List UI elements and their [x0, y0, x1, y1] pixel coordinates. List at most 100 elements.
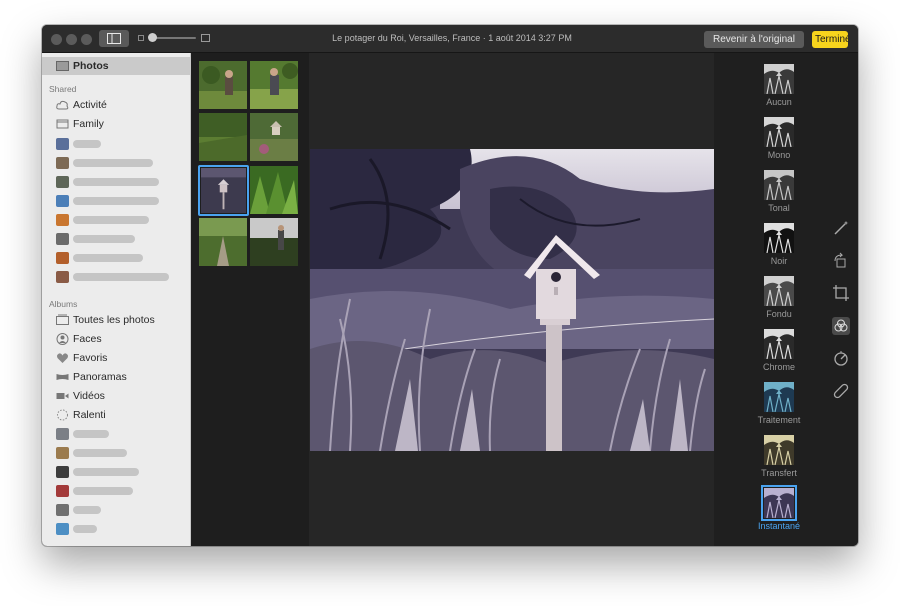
revert-to-original-button[interactable]: Revenir à l'original [704, 31, 804, 48]
sidebar-item-shared-album[interactable] [42, 154, 191, 172]
sidebar-item-album[interactable] [42, 463, 191, 481]
sidebar-item-shared-album[interactable] [42, 135, 191, 153]
photo-thumbnail[interactable] [250, 166, 298, 214]
filter-traitement-icon [764, 382, 794, 412]
sidebar-item-shared-album[interactable] [42, 211, 191, 229]
sidebar-item-panoramas[interactable]: Panoramas [42, 368, 191, 386]
filter-none-icon [764, 64, 794, 94]
filter-noir-icon [764, 223, 794, 253]
video-camera-icon [56, 393, 69, 399]
filter-option-none[interactable]: Aucun [749, 64, 809, 114]
sidebar-item-family[interactable]: Family [42, 115, 191, 133]
album-thumbnail-icon [56, 157, 69, 169]
zoom-slider-knob[interactable] [148, 33, 157, 42]
blurred-album-name [73, 235, 135, 243]
sidebar-item-shared-album[interactable] [42, 230, 191, 248]
photo-editor-canvas [309, 53, 714, 546]
photo-thumbnail[interactable] [199, 61, 247, 109]
sidebar-item-album[interactable] [42, 444, 191, 462]
sidebar-item-faces[interactable]: Faces [42, 330, 191, 348]
sidebar-item-photos[interactable]: Photos [42, 57, 191, 75]
sidebar-item-label: Photos [73, 60, 109, 72]
done-button[interactable]: Terminé [812, 31, 848, 48]
magic-wand-icon[interactable] [832, 219, 850, 237]
filter-label: Mono [767, 150, 791, 160]
sidebar-item-album[interactable] [42, 501, 191, 519]
filter-option-fondu[interactable]: Fondu [749, 276, 809, 326]
album-thumbnail-icon [56, 447, 69, 459]
photo-thumbnail[interactable] [250, 113, 298, 161]
photo-thumbnail[interactable] [199, 218, 247, 266]
minimize-window-button[interactable] [66, 34, 77, 45]
album-thumbnail-icon [56, 428, 69, 440]
filter-label: Tonal [768, 203, 790, 213]
filter-mono-icon [764, 117, 794, 147]
filter-instantane-icon [761, 485, 797, 521]
panorama-icon [56, 374, 69, 380]
filter-transfert-icon [764, 435, 794, 465]
sidebar-item-label: Ralenti [73, 409, 106, 421]
sidebar-toggle-button[interactable] [99, 30, 129, 47]
photo-thumbnail-selected[interactable] [198, 165, 249, 216]
sidebar-item-videos[interactable]: Vidéos [42, 387, 191, 405]
album-thumbnail-icon [56, 252, 69, 264]
close-window-button[interactable] [51, 34, 62, 45]
thumbnail-strip [192, 53, 309, 546]
album-thumbnail-icon [56, 485, 69, 497]
sidebar-item-ralenti[interactable]: Ralenti [42, 406, 191, 424]
filter-option-mono[interactable]: Mono [749, 117, 809, 167]
filter-option-noir[interactable]: Noir [749, 223, 809, 273]
sidebar-item-shared-album[interactable] [42, 249, 191, 267]
sidebar-item-album[interactable] [42, 482, 191, 500]
sidebar-item-label: Favoris [73, 352, 108, 364]
photo-thumbnail[interactable] [250, 61, 298, 109]
album-thumbnail-icon [56, 233, 69, 245]
photo-thumbnail-image [201, 168, 246, 213]
retouch-icon[interactable] [832, 382, 850, 400]
blurred-album-name [73, 159, 153, 167]
blurred-album-name [73, 273, 169, 281]
filter-option-instantane[interactable]: Instantané [749, 485, 809, 538]
crop-icon[interactable] [832, 284, 850, 302]
blurred-album-name [73, 506, 101, 514]
cloud-icon [56, 100, 69, 110]
zoom-in-icon [201, 34, 210, 42]
photo-thumbnail[interactable] [199, 113, 247, 161]
sidebar-item-album[interactable] [42, 425, 191, 443]
filter-option-tonal[interactable]: Tonal [749, 170, 809, 220]
filter-option-traitement[interactable]: Traitement [749, 382, 809, 432]
album-thumbnail-icon [56, 176, 69, 188]
album-thumbnail-icon [56, 195, 69, 207]
edited-photo[interactable] [310, 149, 714, 451]
photos-window: Le potager du Roi, Versailles, France · … [42, 25, 858, 546]
sidebar-item-label: Toutes les photos [73, 314, 155, 326]
sidebar-item-shared-album[interactable] [42, 192, 191, 210]
sidebar-item-shared-album[interactable] [42, 268, 191, 286]
sidebar-icon [107, 33, 121, 44]
faces-icon [56, 333, 69, 345]
sidebar-item-album[interactable] [42, 520, 191, 538]
sidebar-item-toutes-les-photos[interactable]: Toutes les photos [42, 311, 191, 329]
filter-tonal-icon [764, 170, 794, 200]
sidebar-item-activite[interactable]: Activité [42, 96, 191, 114]
album-thumbnail-icon [56, 466, 69, 478]
album-thumbnail-icon [56, 504, 69, 516]
rotate-icon[interactable] [832, 252, 850, 270]
filter-option-transfert[interactable]: Transfert [749, 435, 809, 485]
blurred-album-name [73, 178, 159, 186]
album-thumbnail-icon [56, 138, 69, 150]
sidebar-item-shared-album[interactable] [42, 173, 191, 191]
blurred-album-name [73, 140, 101, 148]
filters-panel: Aucun Mono Tonal Noir Fondu Chrome Traitement T… [714, 53, 858, 546]
filter-option-chrome[interactable]: Chrome [749, 329, 809, 379]
sidebar-item-label: Faces [73, 333, 102, 345]
zoom-window-button[interactable] [81, 34, 92, 45]
filters-icon[interactable] [832, 317, 850, 335]
photo-thumbnail[interactable] [250, 218, 298, 266]
adjust-icon[interactable] [832, 350, 850, 368]
sidebar-item-favoris[interactable]: Favoris [42, 349, 191, 367]
title-bar: Le potager du Roi, Versailles, France · … [42, 25, 858, 53]
slow-motion-icon [57, 409, 68, 421]
blurred-album-name [73, 525, 97, 533]
filter-label: Traitement [757, 415, 801, 425]
